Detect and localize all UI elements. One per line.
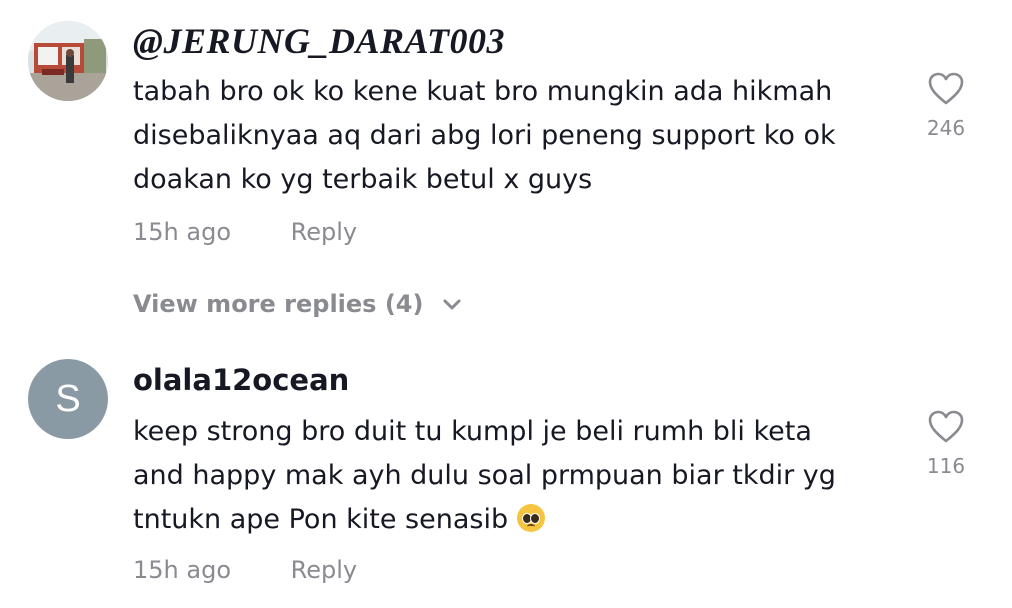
like-count: 116 <box>926 454 966 478</box>
avatar[interactable]: S <box>28 359 108 439</box>
reply-button[interactable]: Reply <box>291 556 357 584</box>
comment-line: doakan ko yg terbaik betul x guys <box>133 164 593 195</box>
comments-panel: @JERUNG_DARAT003 tabah bro ok ko kene ku… <box>0 0 1012 608</box>
heart-icon <box>928 410 964 443</box>
pleading-face-emoji-icon <box>516 504 545 532</box>
like-count: 246 <box>926 116 966 140</box>
like-button[interactable]: 246 <box>920 72 972 140</box>
avatar-photo-icon <box>28 21 108 101</box>
like-button[interactable]: 116 <box>920 410 972 478</box>
comment-time: 15h ago <box>133 556 232 584</box>
username[interactable]: olala12ocean <box>133 363 349 397</box>
avatar[interactable] <box>28 21 108 101</box>
comment-text: tabah bro ok ko kene kuat bro mungkin ad… <box>133 70 903 202</box>
comment-line: disebaliknyaa aq dari abg lori peneng su… <box>133 120 836 151</box>
comment-meta: 15h ago Reply <box>133 218 357 246</box>
chevron-down-icon <box>443 299 461 310</box>
view-more-replies-button[interactable]: View more replies (4) <box>133 290 462 318</box>
heart-icon <box>928 72 964 105</box>
view-more-replies-label: View more replies (4) <box>133 290 424 318</box>
username[interactable]: @JERUNG_DARAT003 <box>133 20 505 62</box>
comment-text: keep strong bro duit tu kumpl je beli ru… <box>133 410 903 542</box>
comment-line: tntukn ape Pon kite senasib <box>133 504 509 535</box>
comment-meta: 15h ago Reply <box>133 556 357 584</box>
comment-line: tabah bro ok ko kene kuat bro mungkin ad… <box>133 76 833 107</box>
comment-time: 15h ago <box>133 218 232 246</box>
comment-line: and happy mak ayh dulu soal prmpuan biar… <box>133 460 836 491</box>
comment-line-with-emoji: tntukn ape Pon kite senasib <box>133 498 903 542</box>
reply-button[interactable]: Reply <box>291 218 357 246</box>
comment-line: keep strong bro duit tu kumpl je beli ru… <box>133 416 812 447</box>
